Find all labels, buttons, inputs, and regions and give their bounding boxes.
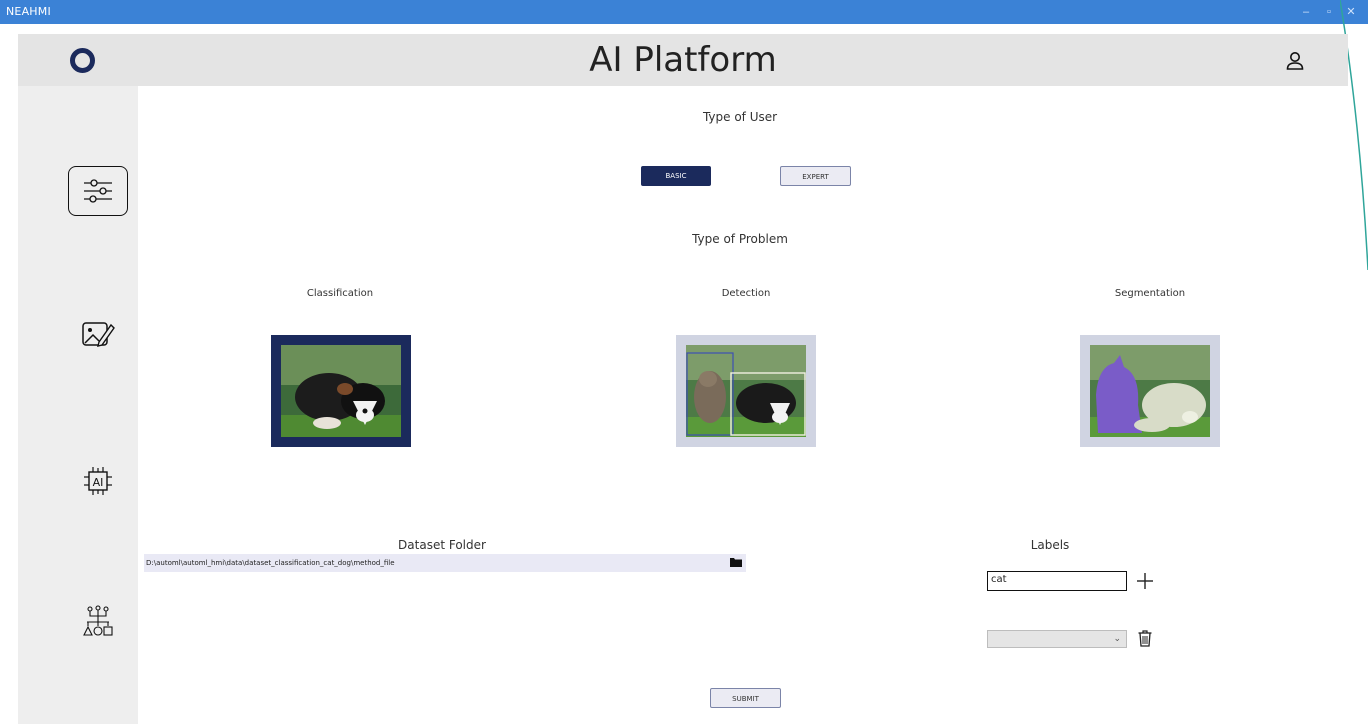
detection-card[interactable] [676,335,816,447]
sidebar-item-network[interactable] [68,596,128,646]
sidebar-item-ai[interactable]: AI [68,456,128,506]
chevron-down-icon: ⌄ [1113,633,1121,643]
ai-chip-icon: AI [84,467,112,495]
image-edit-icon [82,322,115,347]
dataset-path-field[interactable]: D:\automl\automl_hmi\data\dataset_classi… [144,554,746,572]
classification-card[interactable] [271,335,411,447]
network-icon [83,605,113,636]
sidebar: AI [18,86,138,724]
app-header: AI Platform [18,34,1348,86]
window-titlebar: NEAHMI – ▫ ✕ [0,0,1368,24]
dataset-folder-heading: Dataset Folder [398,538,486,552]
segmentation-label: Segmentation [1114,288,1186,299]
basic-button[interactable]: BASIC [641,166,711,186]
user-type-heading: Type of User [702,110,778,124]
labels-dropdown[interactable]: ⌄ [987,630,1127,648]
sliders-icon [84,179,112,203]
problem-type-heading: Type of Problem [692,232,788,246]
expert-button[interactable]: EXPERT [780,166,851,186]
minimize-button[interactable]: – [1297,4,1315,20]
trash-icon[interactable] [1138,630,1152,647]
labels-heading: Labels [1030,538,1070,552]
folder-icon[interactable] [730,557,742,567]
sidebar-item-images[interactable] [68,309,128,359]
detection-label: Detection [721,288,771,299]
detection-photo-icon [686,345,806,437]
svg-text:AI: AI [93,476,104,489]
label-input[interactable]: cat [987,571,1127,591]
page-title: AI Platform [589,40,777,80]
sidebar-item-settings[interactable] [68,166,128,216]
segmentation-photo-icon [1090,345,1210,437]
segmentation-card[interactable] [1080,335,1220,447]
dog-photo-icon [281,345,401,437]
plus-icon[interactable] [1136,572,1154,590]
submit-button[interactable]: SUBMIT [710,688,781,708]
maximize-button[interactable]: ▫ [1320,4,1338,20]
user-icon[interactable] [1284,50,1306,72]
classification-label: Classification [306,288,374,299]
window-title: NEAHMI [6,5,51,18]
